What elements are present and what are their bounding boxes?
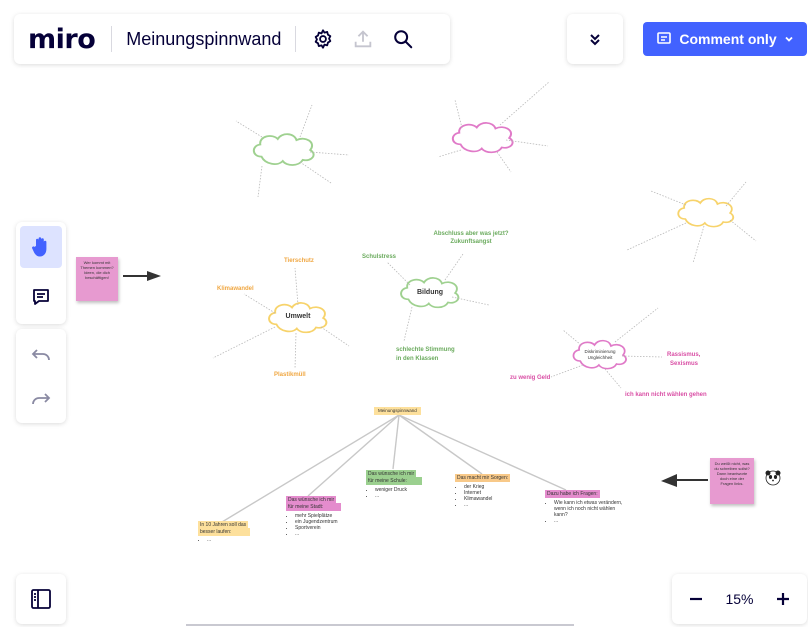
label-waehlen: ich kann nicht wählen gehen [625, 392, 707, 398]
comment-only-label: Comment only [679, 31, 777, 47]
upload-icon [355, 30, 372, 48]
collapse-button[interactable] [567, 14, 623, 64]
list-item: ... [295, 531, 338, 537]
search-button[interactable] [386, 22, 420, 56]
label-stimmung-2: in den Klassen [396, 356, 439, 362]
zoom-controls: 15% [672, 574, 807, 624]
branch-4-header-1: Das macht mir Sorgen: [455, 474, 511, 482]
label-zu-wenig-geld: zu wenig Geld [510, 375, 551, 381]
branch-5-list: Wie kann ich etwas verändern, wenn ich n… [545, 500, 626, 524]
undo-redo-bar [16, 329, 66, 423]
bildung-title: Bildung [416, 289, 444, 296]
zoom-in-button[interactable] [769, 585, 797, 613]
diskriminierung-title-1: Diskriminierung [584, 349, 616, 354]
empty-cloud-yellow [677, 197, 735, 228]
settings-button[interactable] [306, 22, 340, 56]
branch-2-header-2: für meine Stadt: [286, 503, 341, 511]
zoom-level[interactable]: 15% [725, 591, 753, 607]
label-plastikmuell: Plastikmüll [274, 372, 306, 378]
undo-button[interactable] [20, 333, 62, 375]
comment-only-button[interactable]: Comment only [643, 22, 807, 56]
branch-3-list: weniger Druck ... [366, 487, 407, 499]
label-schulstress: Schulstress [362, 254, 397, 260]
list-item: ... [207, 537, 211, 543]
plus-icon [777, 593, 789, 605]
label-stimmung-1: schlechte Stimmung [396, 347, 455, 353]
label-abschluss: Abschluss aber was jetzt? Zukunftsangst [433, 231, 509, 245]
whiteboard-canvas[interactable]: Wer kommt mit Themen kommen?Ideen, die d… [0, 0, 808, 627]
chevron-down-icon [784, 36, 793, 42]
list-item: ... [554, 518, 626, 524]
branch-2-list: mehr Spielplätze ein Jugendzentrum Sport… [286, 513, 338, 537]
zoom-out-button[interactable] [682, 585, 710, 613]
left-toolbar [16, 222, 66, 324]
branch-1-list: ... [198, 537, 211, 543]
board-header: miro Meinungspinnwand [14, 14, 450, 64]
board-title[interactable]: Meinungspinnwand [126, 29, 281, 50]
list-item: weniger Druck [375, 487, 407, 493]
hand-tool-button[interactable] [20, 226, 62, 268]
comment-icon [33, 289, 49, 305]
redo-icon [32, 393, 51, 405]
list-item: ... [464, 502, 492, 508]
export-button[interactable] [346, 22, 380, 56]
list-item: Wie kann ich etwas verändern, wenn ich n… [554, 500, 626, 518]
branch-5-header-1: Dazu habe ich Fragen: [545, 490, 600, 498]
label-rassismus-2: Sexismus [670, 361, 699, 367]
board-drawing [123, 81, 781, 523]
branch-3-header-2: für meine Schule: [366, 477, 422, 485]
comment-tool-button[interactable] [20, 276, 62, 318]
undo-icon [31, 349, 50, 361]
label-klimawandel: Klimawandel [217, 286, 254, 292]
comment-icon [657, 32, 672, 44]
sticky-note-right[interactable]: Du weißt nicht, was du schreiben sollst?… [710, 458, 754, 504]
miro-logo[interactable]: miro [28, 24, 96, 55]
sidebar-panel-icon [31, 589, 51, 609]
horizontal-scrollbar[interactable] [186, 624, 574, 626]
list-item: ... [375, 493, 407, 499]
diskriminierung-title-2: Ungleichheit [587, 355, 613, 360]
header-right: Comment only [567, 14, 807, 64]
divider [111, 26, 113, 52]
panda-sticker [765, 470, 781, 486]
sticky-note-left[interactable]: Wer kommt mit Themen kommen?Ideen, die d… [76, 257, 118, 301]
umwelt-title: Umwelt [285, 313, 311, 320]
minus-icon [690, 597, 702, 601]
label-tierschutz: Tierschutz [284, 258, 314, 264]
branch-4-list: der Krieg Internet Klimawandel ... [455, 484, 492, 508]
label-rassismus-1: Rassismus, [667, 352, 701, 358]
search-icon [394, 30, 413, 49]
empty-cloud-green [252, 133, 315, 166]
redo-button[interactable] [20, 377, 62, 419]
hand-icon [32, 237, 47, 257]
list-item: Klimawandel [464, 496, 492, 502]
sidebar-toggle-button[interactable] [16, 574, 66, 624]
gear-icon [315, 29, 332, 49]
branch-1-header-2: besser laufen: [198, 528, 250, 536]
double-chevron-down-icon [590, 34, 600, 46]
divider [295, 26, 297, 52]
center-label[interactable]: Meinungspinnwand [374, 407, 421, 415]
